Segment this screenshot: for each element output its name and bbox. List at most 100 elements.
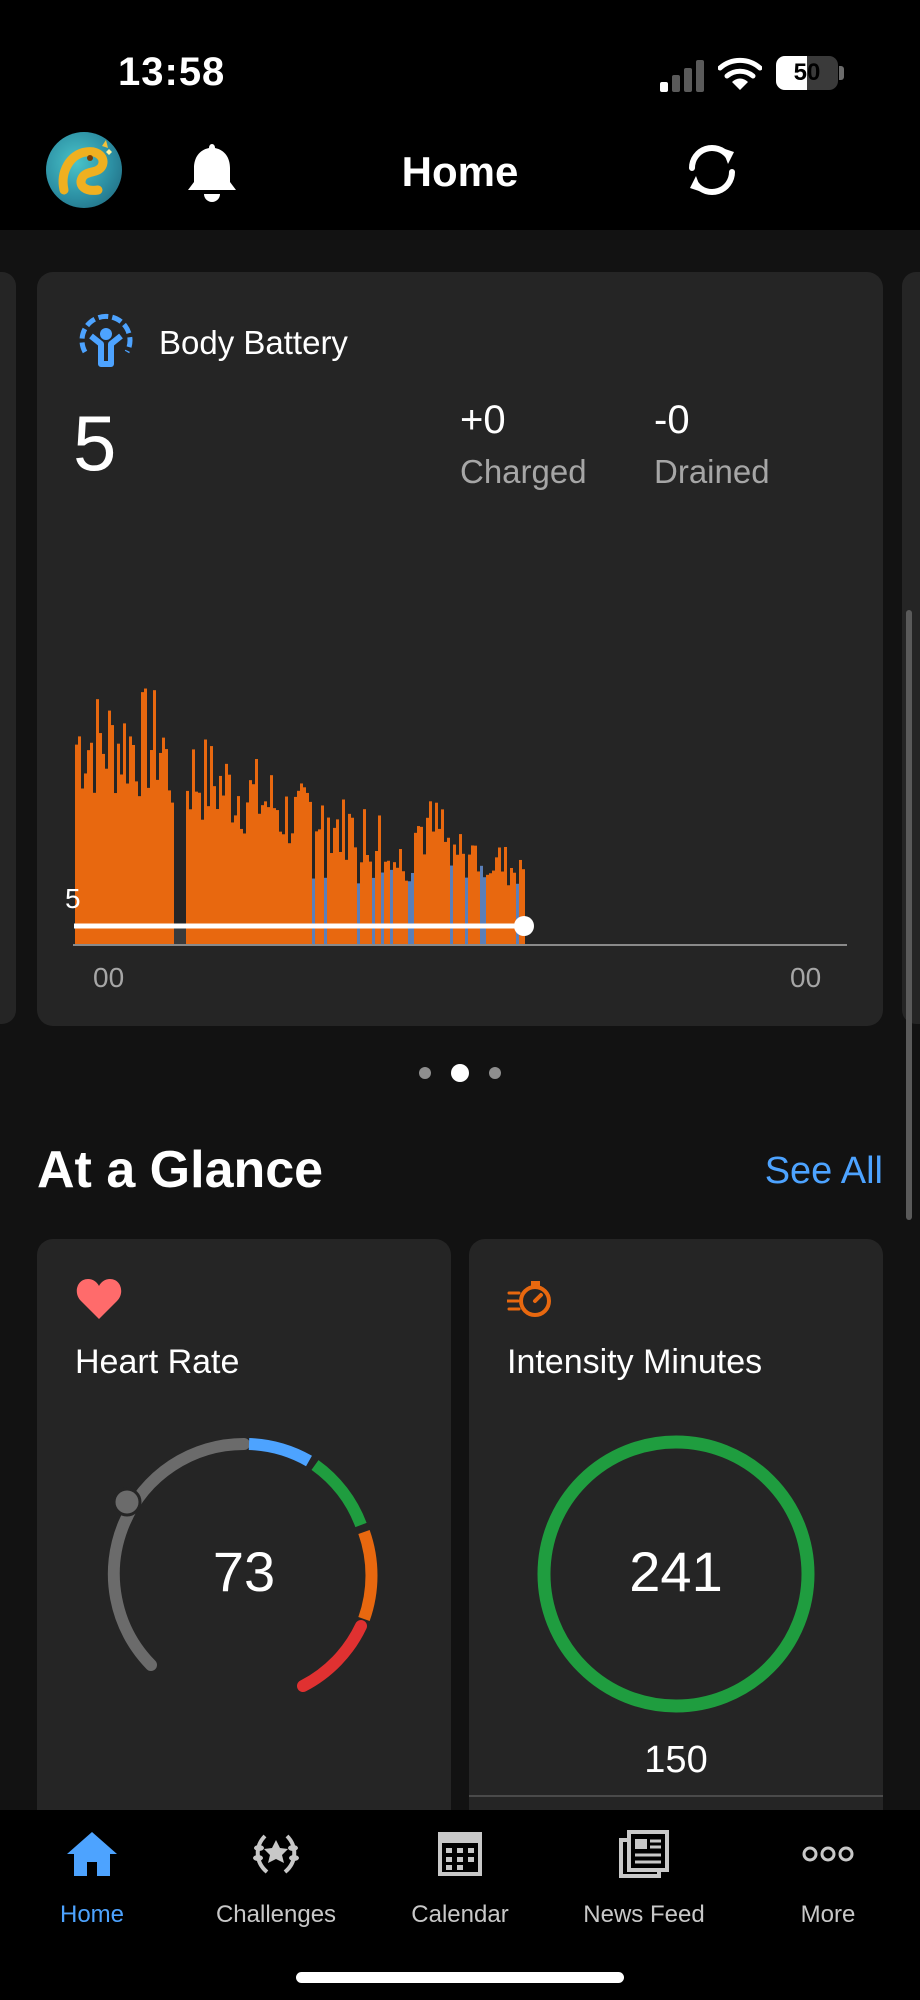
body-battery-bar <box>204 739 207 945</box>
body-battery-bar <box>255 759 258 945</box>
body-battery-bar <box>138 796 141 945</box>
calendar-icon <box>438 1832 482 1876</box>
body-battery-bar <box>330 853 333 945</box>
body-battery-bar <box>453 844 456 945</box>
body-battery-bar <box>183 927 186 945</box>
intensity-minutes-value: 241 <box>629 1540 723 1603</box>
previous-card-peek[interactable] <box>0 272 16 1024</box>
page-dot[interactable] <box>489 1067 501 1079</box>
body-battery-bar <box>135 781 138 945</box>
laurel-icon <box>253 1834 299 1874</box>
tab-challenges-label: Challenges <box>215 1901 337 1928</box>
body-battery-bar <box>219 775 222 945</box>
body-battery-bar <box>360 862 363 945</box>
tab-news-feed-label: News Feed <box>583 1901 705 1928</box>
body-battery-bar <box>300 783 303 945</box>
body-battery-bar <box>369 861 372 945</box>
body-battery-bar <box>81 788 84 945</box>
body-battery-bar <box>381 872 384 945</box>
current-level-label: 5 <box>65 883 81 914</box>
tab-home[interactable]: Home <box>0 1830 184 1929</box>
page-dot-active[interactable] <box>451 1064 469 1082</box>
body-battery-bar <box>120 774 123 945</box>
tab-news-feed[interactable]: News Feed <box>552 1830 736 1929</box>
top-nav-bar: Home <box>0 120 920 230</box>
tab-calendar[interactable]: Calendar <box>368 1830 552 1929</box>
body-battery-bar <box>186 790 189 945</box>
body-battery-bar <box>408 881 411 945</box>
tab-home-label: Home <box>59 1901 125 1928</box>
body-battery-bar <box>180 927 183 945</box>
body-battery-bar <box>489 873 492 945</box>
body-battery-bar <box>483 877 486 945</box>
battery-indicator: 50 <box>776 56 838 90</box>
page-title: Home <box>401 148 519 195</box>
body-battery-bar <box>213 786 216 945</box>
body-battery-bars <box>75 688 525 945</box>
body-battery-bar <box>411 872 414 945</box>
body-battery-bar <box>96 699 99 945</box>
body-battery-bar <box>84 773 87 945</box>
body-battery-bar <box>150 750 153 945</box>
status-bar: 13:58 50 <box>0 0 920 120</box>
carousel-page-indicator <box>0 1064 920 1082</box>
body-battery-bar <box>444 841 447 945</box>
x-tick-end: 00 <box>790 962 822 993</box>
stopwatch-icon <box>507 1281 551 1317</box>
page-dot[interactable] <box>419 1067 431 1079</box>
body-battery-bar <box>237 796 240 945</box>
body-battery-bar <box>174 927 177 945</box>
intensity-minutes-card[interactable]: Intensity Minutes 241 150 <box>469 1239 883 1839</box>
sync-icon[interactable] <box>680 138 744 202</box>
home-icon <box>67 1832 117 1876</box>
body-battery-value: 5 <box>73 399 117 487</box>
body-battery-bar <box>198 792 201 945</box>
intensity-minutes-label: Intensity Minutes <box>507 1343 763 1381</box>
body-battery-bar <box>141 692 144 945</box>
battery-percent: 50 <box>793 59 821 86</box>
tab-challenges[interactable]: Challenges <box>184 1830 368 1929</box>
body-battery-chart[interactable]: 5 <box>37 532 883 1012</box>
body-battery-icon <box>79 313 133 367</box>
status-time: 13:58 <box>118 50 226 94</box>
intensity-minutes-goal: 150 <box>644 1739 708 1781</box>
body-battery-bar <box>375 850 378 945</box>
body-battery-bar <box>498 847 501 945</box>
scrollbar[interactable] <box>906 610 912 1220</box>
heart-rate-card[interactable]: Heart Rate 73 <box>37 1239 451 1839</box>
body-battery-bar <box>147 787 150 945</box>
body-battery-bar <box>345 859 348 945</box>
body-battery-bar <box>402 871 405 945</box>
body-battery-bar <box>384 861 387 945</box>
tab-more[interactable]: More <box>736 1830 920 1929</box>
body-battery-bar <box>423 854 426 945</box>
body-battery-bar <box>396 867 399 945</box>
body-battery-bar <box>195 791 198 945</box>
body-battery-bar <box>75 744 78 945</box>
body-battery-bar <box>162 737 165 945</box>
body-battery-bar <box>102 753 105 945</box>
body-battery-bar <box>222 795 225 945</box>
body-battery-bar <box>252 784 255 945</box>
body-battery-bar <box>225 763 228 945</box>
body-battery-bar <box>339 851 342 945</box>
body-battery-bar <box>429 801 432 945</box>
body-battery-card[interactable]: Body Battery 5 +0 Charged -0 Drained 5 0… <box>37 272 883 1026</box>
body-battery-bar <box>303 787 306 945</box>
body-battery-bar <box>270 775 273 945</box>
drained-label: Drained <box>654 453 770 490</box>
body-battery-bar <box>372 877 375 945</box>
charged-stat: +0 Charged <box>460 398 587 491</box>
battery-nub <box>839 66 844 80</box>
body-battery-bar <box>342 799 345 945</box>
heart-rate-value: 73 <box>212 1540 276 1603</box>
body-battery-bar <box>486 874 489 945</box>
body-battery-bar <box>462 853 465 945</box>
see-all-link[interactable]: See All <box>765 1150 883 1193</box>
body-battery-bar <box>288 843 291 945</box>
body-battery-bar <box>312 878 315 945</box>
body-battery-bar <box>132 744 135 945</box>
body-battery-bar <box>90 742 93 945</box>
body-battery-bar <box>192 749 195 945</box>
body-battery-bar <box>168 790 171 945</box>
